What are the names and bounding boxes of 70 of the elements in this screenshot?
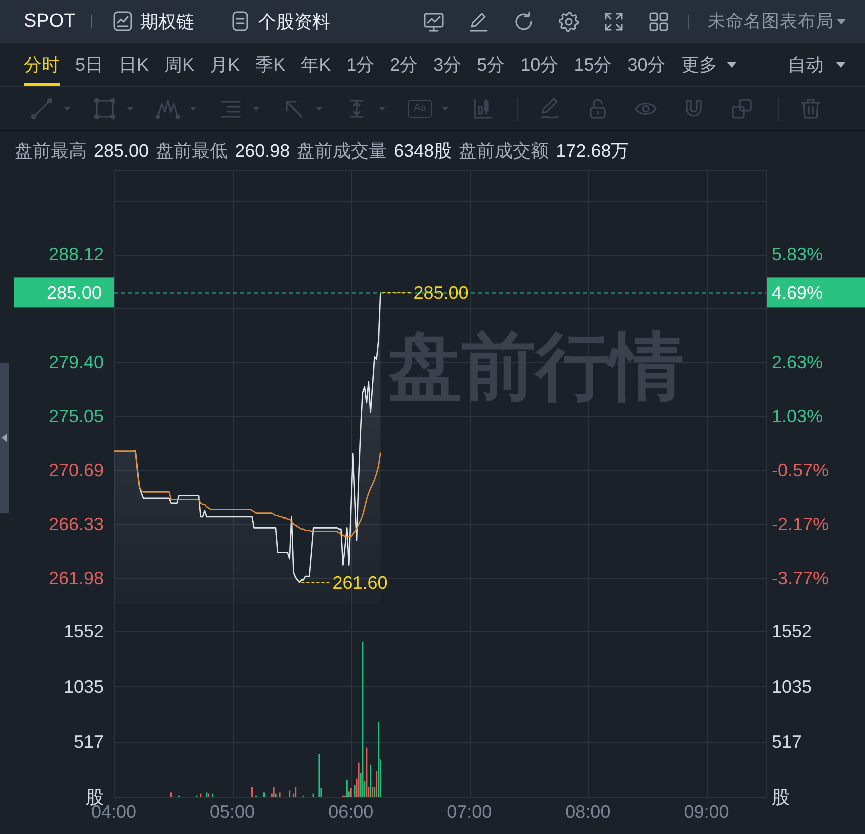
stat-value: 6348股 <box>394 142 452 160</box>
collapse-handle[interactable] <box>0 363 9 513</box>
volume-axis-label: 1552 <box>772 621 812 642</box>
period-tab[interactable]: 周K <box>164 43 195 86</box>
stat-value: 285.00 <box>94 142 150 160</box>
extreme-price-label: 261.60 <box>332 573 388 594</box>
period-tab[interactable]: 3分 <box>434 43 462 86</box>
period-tab[interactable]: 30分 <box>628 43 666 86</box>
refresh-icon[interactable] <box>513 10 535 32</box>
current-price-tag: 285.00 <box>14 278 114 308</box>
volume-axis-label: 股 <box>772 788 790 808</box>
change-percent-tag: 4.69% <box>767 278 865 308</box>
period-tab[interactable]: 1分 <box>346 43 375 86</box>
stat-label: 盘前成交量 <box>297 142 388 160</box>
scale-menu[interactable]: 自动 <box>788 43 846 86</box>
fullscreen-icon[interactable] <box>603 10 625 32</box>
stat-label: 盘前最高 <box>15 142 87 160</box>
time-axis-label: 05:00 <box>210 802 256 822</box>
stat-label: 盘前成交额 <box>459 142 550 160</box>
chart-box-icon <box>112 11 133 32</box>
caret-left-icon <box>2 434 7 442</box>
percent-axis-label: -0.57% <box>772 460 830 481</box>
volume-axis-label: 517 <box>74 732 104 752</box>
price-axis-label: 288.12 <box>48 244 104 265</box>
stat-label: 盘前最低 <box>156 142 228 160</box>
price-axis-label: 261.98 <box>48 568 104 588</box>
extreme-price-label: 285.00 <box>414 283 469 304</box>
volume-axis-label: 1035 <box>772 676 812 697</box>
volume-axis-label: 1552 <box>64 621 104 642</box>
price-axis-label: 279.40 <box>48 352 104 373</box>
header-link[interactable]: 期权链 <box>112 11 195 32</box>
period-tab[interactable]: 15分 <box>574 43 612 86</box>
stat-value: 260.98 <box>235 142 290 160</box>
leader-line <box>301 582 332 584</box>
percent-axis-label: -2.17% <box>772 514 830 535</box>
time-axis-label: 07:00 <box>447 802 492 822</box>
time-axis-label: 08:00 <box>566 802 611 822</box>
price-axis-label: 270.69 <box>48 460 104 481</box>
header-link[interactable]: 个股资料 <box>230 11 331 32</box>
volume-axis-label: 1035 <box>64 676 104 697</box>
period-tab[interactable]: 分时 <box>24 43 60 86</box>
price-axis-label: 275.05 <box>48 406 104 426</box>
stat-value: 172.68万 <box>556 142 630 160</box>
monitor-chart-icon[interactable] <box>423 10 445 32</box>
volume-axis-label: 517 <box>772 732 802 752</box>
percent-axis-label: 1.03% <box>772 406 824 426</box>
period-tab[interactable]: 5日 <box>76 43 104 86</box>
period-tab[interactable]: 5分 <box>477 43 506 86</box>
time-axis-label: 06:00 <box>328 802 374 822</box>
period-tab[interactable]: 10分 <box>520 43 559 86</box>
percent-axis-label: 5.83% <box>772 244 824 265</box>
period-tab[interactable]: 日K <box>119 43 150 86</box>
caret-icon <box>837 18 846 24</box>
pencil-icon[interactable] <box>468 10 490 32</box>
document-icon <box>230 11 251 32</box>
leader-line <box>382 292 412 294</box>
period-tab[interactable]: 更多 <box>681 43 738 86</box>
time-axis-label: 09:00 <box>684 802 730 822</box>
settings-icon[interactable] <box>558 10 580 32</box>
stock-symbol: SPOT <box>24 12 76 31</box>
period-tab[interactable]: 月K <box>210 43 240 86</box>
percent-axis-label: -3.77% <box>772 568 830 588</box>
period-tab[interactable]: 年K <box>301 43 332 86</box>
percent-axis-label: 2.63% <box>772 352 824 373</box>
period-tab[interactable]: 2分 <box>390 43 418 86</box>
grid-icon[interactable] <box>648 10 670 32</box>
period-tab[interactable]: 季K <box>256 43 286 86</box>
caret-icon <box>836 62 846 68</box>
layout-menu[interactable]: 未命名图表布局 <box>708 12 846 30</box>
price-axis-label: 266.33 <box>48 514 104 535</box>
